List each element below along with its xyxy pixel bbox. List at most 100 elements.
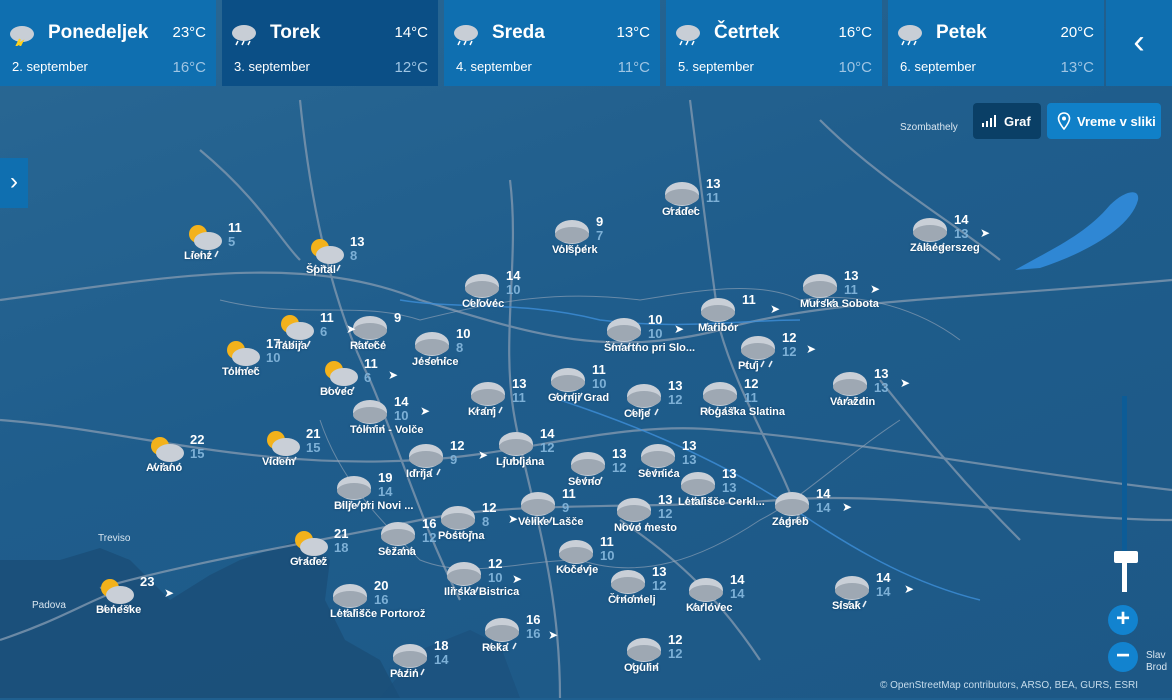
station-min-temp: 8	[350, 248, 358, 263]
minus-icon: −	[1115, 642, 1130, 669]
weather-station[interactable]: 13 11 Gradec	[662, 176, 772, 238]
station-max-temp: 11	[562, 486, 576, 501]
station-min-temp: 12	[652, 578, 667, 593]
wind-arrow-icon: ➤	[346, 322, 357, 336]
rain-cloud-icon	[674, 22, 702, 46]
station-max-temp: 18	[434, 638, 449, 653]
weather-station[interactable]: 18 14 Pazin	[390, 638, 500, 700]
station-name: Zagreb	[772, 516, 809, 528]
map-label: Szombathely	[900, 122, 958, 133]
weather-station[interactable]: 14 14 Sisak	[832, 570, 942, 632]
station-max-temp: 14	[394, 394, 409, 409]
station-min-temp: 14	[876, 584, 891, 599]
station-max-temp: 12	[668, 632, 683, 647]
station-min-temp: 12	[612, 460, 627, 475]
wind-arrow-icon: ➤	[548, 628, 559, 642]
weather-station[interactable]: 13 8 Špital	[306, 234, 416, 296]
weather-station[interactable]: 14 10 Celovec	[462, 268, 572, 330]
station-max-temp: 13	[874, 366, 889, 381]
day-tab-wednesday[interactable]: Sreda 13°C 4. september 11°C	[444, 0, 660, 86]
station-max-temp: 14	[506, 268, 521, 283]
station-min-temp: 14	[816, 500, 831, 515]
rain-cloud-icon	[452, 22, 480, 46]
weather-station[interactable]: 11 5 Lienz	[184, 220, 294, 282]
station-name: Lienz	[184, 250, 213, 262]
weather-station[interactable]: 13 11 Murska Sobota	[800, 268, 910, 330]
station-max-temp: 13	[658, 492, 673, 507]
weather-station[interactable]: 12 11 Rogaška Slatina	[700, 376, 810, 438]
day-tabs: Ponedeljek 23°C 2. september 16°C Torek …	[0, 0, 1172, 88]
day-tab-thursday[interactable]: Četrtek 16°C 5. september 10°C	[666, 0, 882, 86]
zoom-out-button[interactable]: −	[1108, 642, 1138, 672]
wind-arrow-icon: ➤	[806, 342, 817, 356]
station-max-temp: 13	[722, 466, 737, 481]
station-max-temp: 11	[364, 356, 378, 371]
station-min-temp: 12	[540, 440, 555, 455]
zoom-in-button[interactable]: +	[1108, 605, 1138, 635]
wind-arrow-icon: ➤	[508, 512, 519, 526]
weather-station[interactable]: 12 12 Ogulin	[624, 632, 734, 694]
map-attribution[interactable]: © OpenStreetMap contributors, ARSO, BEA,…	[880, 680, 1138, 691]
weather-station[interactable]: 14 14 Karlovec	[686, 572, 796, 634]
station-max-temp: 20	[374, 578, 389, 593]
station-min-temp: 7	[596, 228, 604, 243]
day-tab-monday[interactable]: Ponedeljek 23°C 2. september 16°C	[0, 0, 216, 86]
weather-station[interactable]: 20 16 Letališče Portorož	[330, 578, 440, 640]
station-min-temp: 5	[228, 234, 236, 249]
station-min-temp: 9	[562, 500, 570, 515]
station-name: Celovec	[462, 298, 505, 310]
open-sidebar-button[interactable]: ›	[0, 158, 28, 208]
station-max-temp: 19	[378, 470, 393, 485]
station-min-temp: 16	[526, 626, 541, 641]
station-min-temp: 15	[190, 446, 205, 461]
station-min-temp: 18	[334, 540, 349, 555]
station-max-temp: 11	[592, 362, 606, 377]
weather-station[interactable]: 14 13 Zalaegerszeg	[910, 212, 1020, 274]
station-max-temp: 12	[450, 438, 465, 453]
station-max-temp: 13	[706, 176, 721, 191]
weather-in-pictures-label: Vreme v sliki	[1077, 113, 1156, 129]
station-max-temp: 9	[394, 310, 402, 325]
station-max-temp: 12	[782, 330, 797, 345]
day-tab-tuesday[interactable]: Torek 14°C 3. september 12°C	[222, 0, 438, 86]
station-name: Pazin	[390, 668, 419, 680]
station-max-temp: 21	[334, 526, 349, 541]
station-max-temp: 14	[876, 570, 891, 585]
station-min-temp: 10	[600, 548, 615, 563]
station-min-temp: 11	[744, 390, 758, 405]
prev-days-button[interactable]: ‹	[1106, 0, 1172, 86]
map-label: Slav	[1146, 650, 1166, 661]
day-min-temp: 12°C	[394, 59, 428, 76]
weather-station[interactable]: 22 15 Aviano	[146, 432, 256, 494]
day-min-temp: 13°C	[1060, 59, 1094, 76]
station-name: Rogaška Slatina	[700, 406, 785, 418]
station-max-temp: 14	[954, 212, 969, 227]
chevron-left-icon: ‹	[1133, 23, 1145, 61]
graph-button[interactable]: Graf	[973, 103, 1041, 139]
weather-station[interactable]: 13 13 Varaždin	[830, 366, 940, 428]
station-min-temp: 13	[682, 452, 697, 467]
wind-arrow-icon: ➤	[870, 282, 881, 296]
weather-station[interactable]: 9 7 Volšperk	[552, 214, 662, 276]
station-max-temp: 11	[320, 310, 334, 325]
day-max-temp: 14°C	[394, 24, 428, 41]
station-min-temp: 13	[954, 226, 969, 241]
zoom-slider-handle[interactable]	[1114, 550, 1138, 563]
day-max-temp: 20°C	[1060, 24, 1094, 41]
station-name: Novo mesto	[614, 522, 677, 534]
station-max-temp: 10	[648, 312, 663, 327]
station-max-temp: 12	[488, 556, 503, 571]
station-name: Tabija	[276, 340, 307, 352]
weather-in-pictures-button[interactable]: Vreme v sliki	[1047, 103, 1161, 139]
wind-arrow-icon: ➤	[842, 500, 853, 514]
station-name: Murska Sobota	[800, 298, 879, 310]
weather-station[interactable]: 14 14 Zagreb	[772, 486, 882, 548]
station-name: Karlovec	[686, 602, 733, 614]
weather-station[interactable]: 12 10 Ilirska Bistrica	[444, 556, 554, 618]
weather-station[interactable]: 23 Beneške	[96, 574, 206, 636]
map-label: Brod	[1146, 662, 1168, 673]
day-tab-friday[interactable]: Petek 20°C 6. september 13°C	[888, 0, 1104, 86]
day-min-temp: 11°C	[617, 59, 650, 76]
bar-chart-icon	[982, 115, 996, 127]
wind-arrow-icon: ➤	[904, 582, 915, 596]
